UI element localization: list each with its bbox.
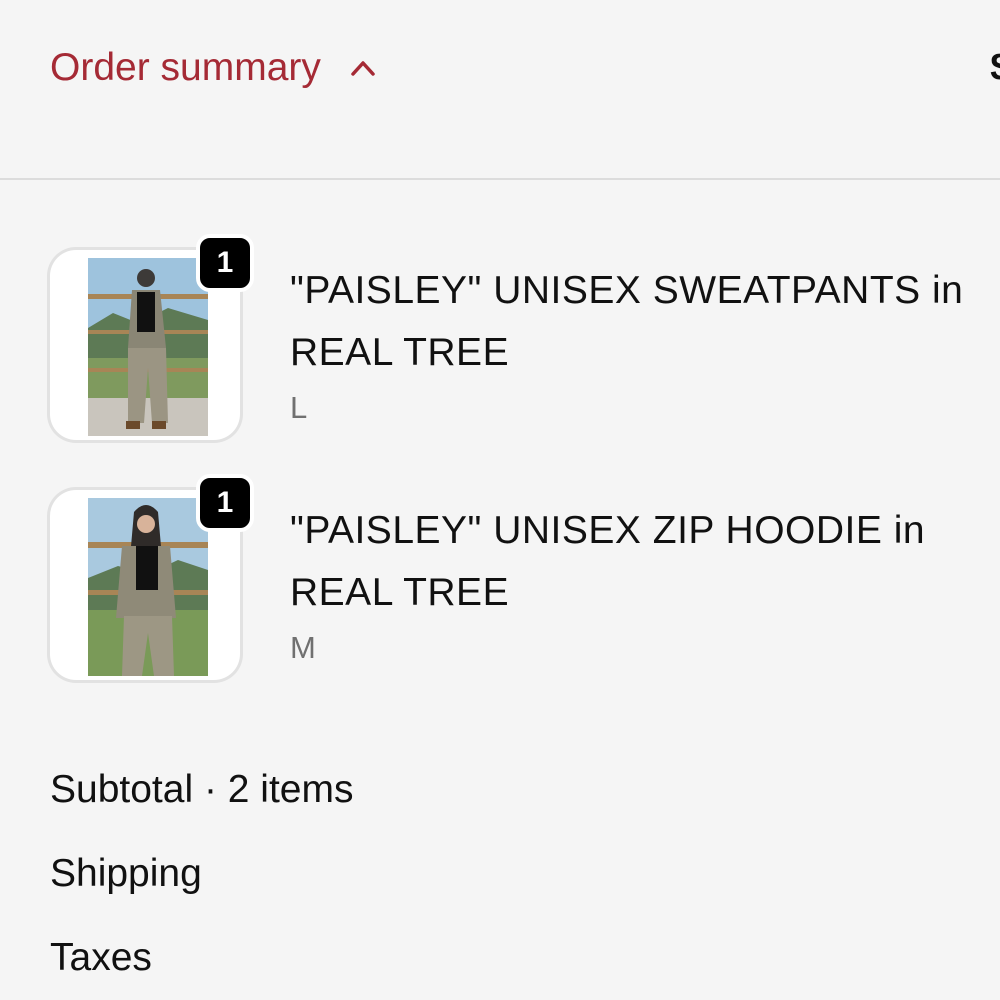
subtotal-label: Subtotal · 2 items	[50, 768, 354, 811]
taxes-label: Taxes	[50, 936, 152, 979]
product-variant: L	[290, 390, 308, 425]
quantity-badge: 1	[196, 474, 254, 532]
checkout-page: Order summary $	[0, 0, 1000, 1000]
order-summary-toggle[interactable]: Order summary	[50, 46, 377, 90]
order-summary-header: Order summary $	[0, 0, 1000, 180]
product-image	[88, 258, 208, 436]
quantity-badge: 1	[196, 234, 254, 292]
chevron-up-icon	[351, 61, 375, 76]
product-image	[88, 498, 208, 676]
order-total-amount: $	[990, 46, 1000, 90]
product-thumbnail: 1	[50, 474, 254, 680]
shipping-label: Shipping	[50, 852, 202, 895]
order-summary-label: Order summary	[50, 46, 321, 89]
product-variant: M	[290, 630, 316, 665]
product-thumbnail: 1	[50, 234, 254, 440]
product-title: "PAISLEY" UNISEX SWEATPANTS in REAL TREE	[290, 269, 964, 374]
product-title: "PAISLEY" UNISEX ZIP HOODIE in REAL TREE	[290, 509, 926, 614]
